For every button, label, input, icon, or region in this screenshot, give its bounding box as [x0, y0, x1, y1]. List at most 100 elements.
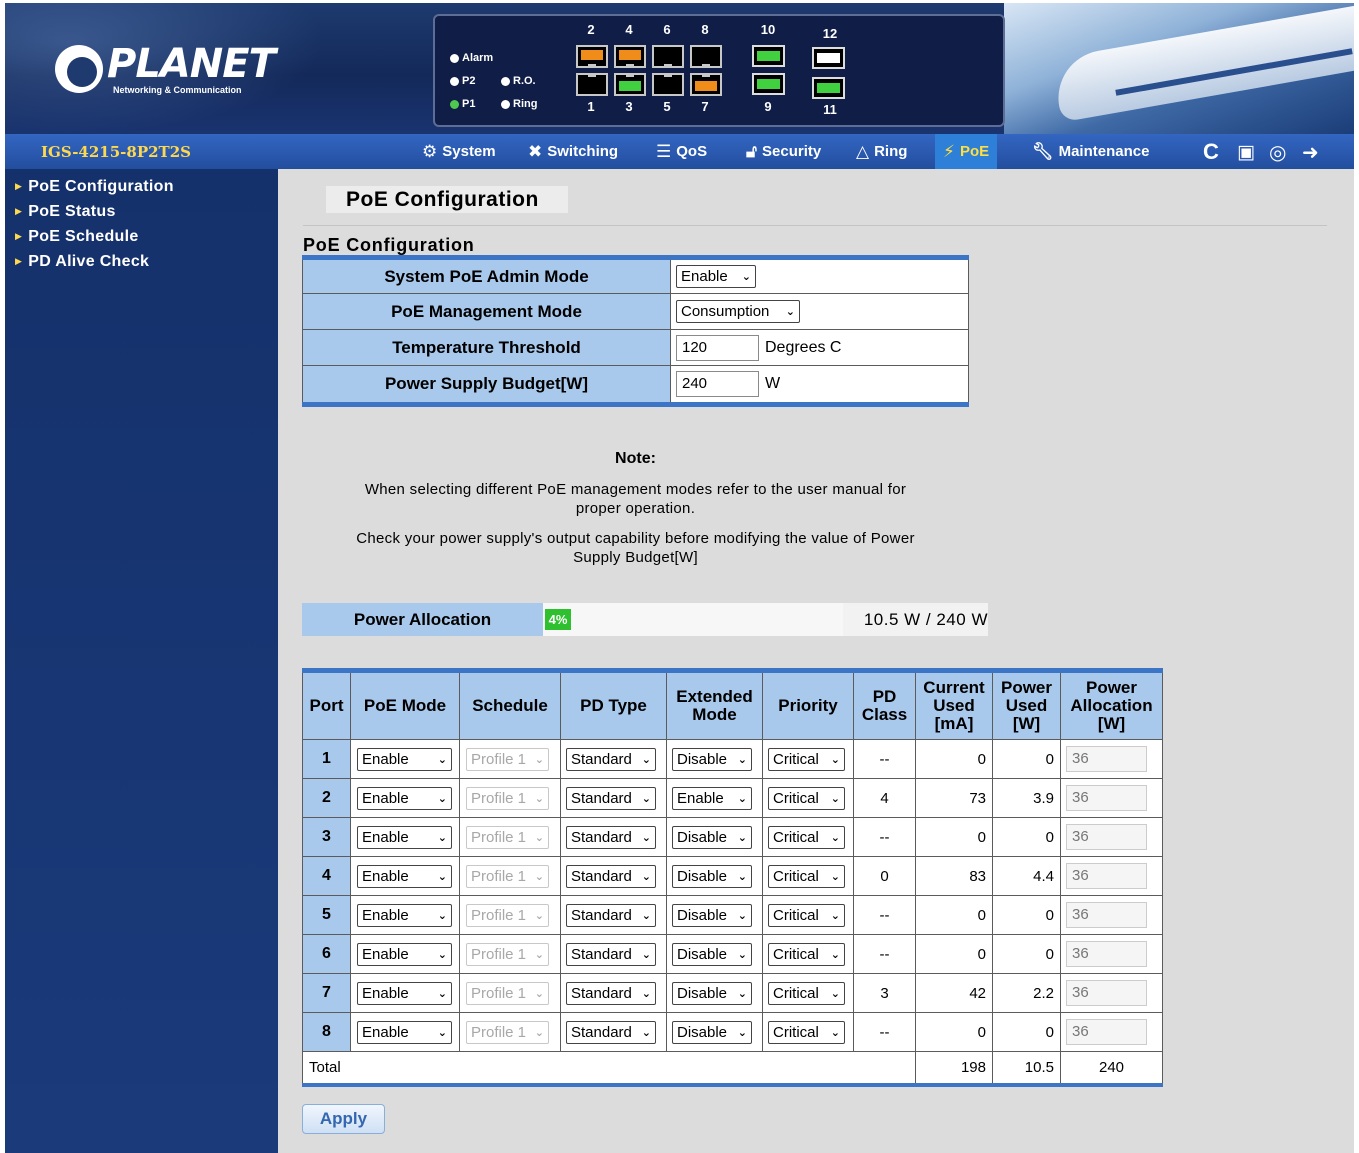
poe-mode-select[interactable]: Enable ⌄ [357, 981, 452, 1005]
temp-threshold-input[interactable]: 120 [676, 334, 759, 361]
port-5-indicator [652, 73, 684, 96]
chevron-down-icon: ⌄ [437, 753, 447, 766]
apply-button[interactable]: Apply [302, 1104, 385, 1134]
port-number: 7 [701, 99, 709, 114]
allocation-input: 36 [1066, 980, 1147, 1006]
sidebar-item-poe-schedule[interactable]: ▶ PoE Schedule [5, 224, 278, 249]
extended-mode-select[interactable]: Enable ⌄ [672, 786, 752, 810]
pd-type-select[interactable]: Standard ⌄ [566, 981, 656, 1005]
col-power-used: Power Used [W] [992, 670, 1061, 740]
ring-led: Ring [501, 98, 537, 110]
poe-mode-select[interactable]: Enable ⌄ [357, 864, 452, 888]
table-row: 3 Enable ⌄ Profile 1 ⌄ Standard ⌄ Disable ⌄ Criti… [302, 817, 1163, 857]
col-port: Port [302, 670, 351, 740]
save-icon[interactable]: ▣ [1237, 141, 1255, 164]
refresh-icon[interactable]: C [1203, 139, 1219, 165]
gear-icon: ⚙ [422, 141, 438, 161]
priority-select[interactable]: Critical ⌄ [768, 864, 845, 888]
pd-type-select[interactable]: Standard ⌄ [566, 903, 656, 927]
poe-mode-select[interactable]: Enable ⌄ [357, 942, 452, 966]
reboot-icon[interactable]: ◎ [1269, 140, 1286, 165]
mgmt-mode-label: PoE Management Mode [302, 293, 671, 330]
chevron-down-icon: ⌄ [534, 831, 544, 844]
port-number: 3 [625, 99, 633, 114]
admin-mode-select[interactable]: Enable ⌄ [676, 265, 756, 288]
nav-switching[interactable]: ✖ Switching [528, 134, 618, 169]
train-image [1004, 3, 1354, 134]
port-8-indicator [690, 45, 722, 68]
pd-type-select[interactable]: Standard ⌄ [566, 825, 656, 849]
logo-text: PLANET [107, 41, 276, 87]
switching-icon: ✖ [528, 141, 543, 161]
page-title: PoE Configuration [326, 186, 568, 213]
nav-maintenance[interactable]: 🔧︎ Maintenance [1032, 134, 1149, 169]
priority-select[interactable]: Critical ⌄ [768, 981, 845, 1005]
poe-icon: ⚡ [943, 141, 955, 161]
port-number: 10 [760, 22, 776, 37]
nav-system[interactable]: ⚙ System [422, 134, 496, 169]
pd-type-select[interactable]: Standard ⌄ [566, 864, 656, 888]
priority-select[interactable]: Critical ⌄ [768, 825, 845, 849]
current-used-cell: 73 [915, 778, 993, 818]
sidebar-item-poe-status[interactable]: ▶ PoE Status [5, 199, 278, 224]
extended-mode-select[interactable]: Disable ⌄ [672, 981, 752, 1005]
power-used-cell: 0 [992, 934, 1061, 974]
table-row: 5 Enable ⌄ Profile 1 ⌄ Standard ⌄ Disable ⌄ Criti… [302, 895, 1163, 935]
poe-mode-select[interactable]: Enable ⌄ [357, 1020, 452, 1044]
allocation-input: 36 [1066, 902, 1147, 928]
nav-poe[interactable]: ⚡ PoE [935, 134, 998, 169]
port-2-indicator [576, 45, 608, 68]
switch-panel: Alarm P2 R.O. P1 Ring 2 4 6 8 10 12 1 3 … [433, 14, 1005, 127]
priority-select[interactable]: Critical ⌄ [768, 747, 845, 771]
divider [303, 225, 1327, 226]
pd-type-select[interactable]: Standard ⌄ [566, 747, 656, 771]
poe-mode-select[interactable]: Enable ⌄ [357, 786, 452, 810]
poe-mode-select[interactable]: Enable ⌄ [357, 825, 452, 849]
total-row: Total 198 10.5 240 [302, 1051, 1163, 1085]
logout-icon[interactable]: ➜ [1302, 140, 1319, 165]
col-pd-class: PD Class [853, 670, 916, 740]
extended-mode-select[interactable]: Disable ⌄ [672, 1020, 752, 1044]
port-number-cell: 6 [302, 934, 351, 974]
note-title: Note: [615, 450, 656, 467]
arrow-right-icon: ▶ [15, 231, 23, 241]
port-number-cell: 1 [302, 739, 351, 779]
chevron-down-icon: ⌄ [437, 870, 447, 883]
table-row: 4 Enable ⌄ Profile 1 ⌄ Standard ⌄ Disable ⌄ Criti… [302, 856, 1163, 896]
priority-select[interactable]: Critical ⌄ [768, 1020, 845, 1044]
mgmt-mode-select[interactable]: Consumption ⌄ [676, 300, 800, 323]
pd-type-select[interactable]: Standard ⌄ [566, 942, 656, 966]
extended-mode-select[interactable]: Disable ⌄ [672, 825, 752, 849]
ring-icon: △ [856, 141, 870, 161]
col-current-used: Current Used [mA] [915, 670, 993, 740]
total-current: 198 [915, 1051, 993, 1085]
poe-mode-select[interactable]: Enable ⌄ [357, 903, 452, 927]
priority-select[interactable]: Critical ⌄ [768, 786, 845, 810]
pd-type-select[interactable]: Standard ⌄ [566, 786, 656, 810]
nav-ring[interactable]: △ Ring [856, 134, 907, 169]
nav-qos[interactable]: ☰ QoS [656, 134, 707, 169]
allocation-input: 36 [1066, 941, 1147, 967]
extended-mode-select[interactable]: Disable ⌄ [672, 903, 752, 927]
sidebar-item-pd-alive-check[interactable]: ▶ PD Alive Check [5, 249, 278, 274]
chevron-down-icon: ⌄ [534, 909, 544, 922]
extended-mode-select[interactable]: Disable ⌄ [672, 864, 752, 888]
power-budget-input[interactable]: 240 [676, 371, 759, 397]
poe-mode-select[interactable]: Enable ⌄ [357, 747, 452, 771]
pd-type-select[interactable]: Standard ⌄ [566, 1020, 656, 1044]
extended-mode-select[interactable]: Disable ⌄ [672, 747, 752, 771]
priority-select[interactable]: Critical ⌄ [768, 903, 845, 927]
temp-threshold-label: Temperature Threshold [302, 329, 671, 366]
priority-select[interactable]: Critical ⌄ [768, 942, 845, 966]
port-7-indicator [690, 73, 722, 96]
port-number: 1 [587, 99, 595, 114]
chevron-down-icon: ⌄ [641, 948, 651, 961]
chevron-down-icon: ⌄ [737, 792, 747, 805]
sidebar-item-poe-configuration[interactable]: ▶ PoE Configuration [5, 174, 278, 199]
chevron-down-icon: ⌄ [830, 987, 840, 1000]
nav-security[interactable]: 🔓︎ Security [746, 134, 821, 169]
current-used-cell: 42 [915, 973, 993, 1013]
pd-class-cell: -- [853, 1012, 916, 1052]
extended-mode-select[interactable]: Disable ⌄ [672, 942, 752, 966]
chevron-down-icon: ⌄ [534, 948, 544, 961]
